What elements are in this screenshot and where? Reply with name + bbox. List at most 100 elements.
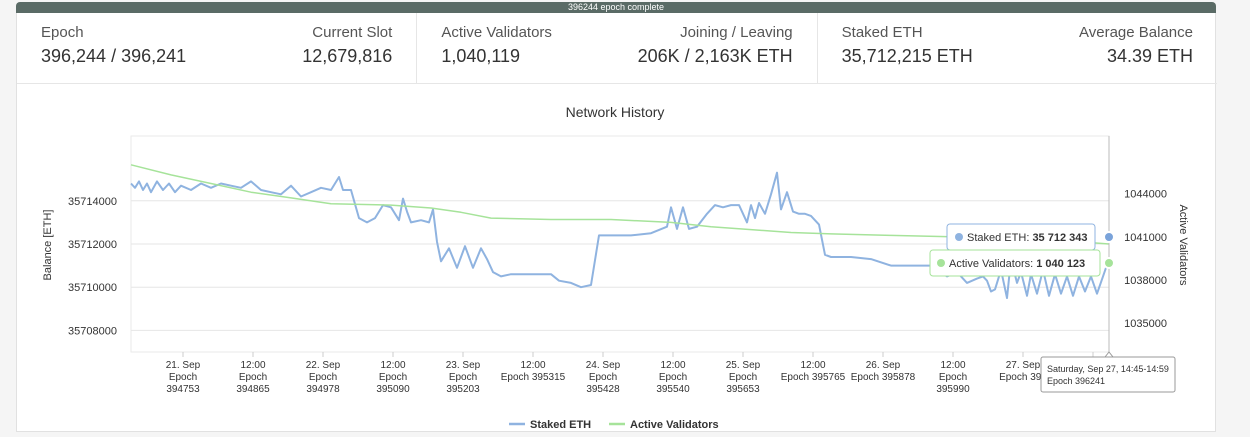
stat-staked-eth-value: 35,712,215 ETH <box>841 46 973 66</box>
x-tick-text: Epoch <box>309 372 337 383</box>
x-tick-label: 12:00Epoch395990 <box>936 352 970 395</box>
x-tick-text: 12:00 <box>380 360 405 371</box>
x-tick-label: 22. SepEpoch394978 <box>306 352 341 395</box>
hover-point-staked <box>1103 231 1115 243</box>
x-tick-label: 12:00Epoch 395315 <box>501 352 566 383</box>
tooltip-time: Saturday, Sep 27, 14:45-14:59 Epoch 3962… <box>1040 351 1176 393</box>
x-tick-text: 395653 <box>726 384 760 395</box>
stat-current-slot-label: Current Slot <box>312 24 393 41</box>
y2-tick-label: 1044000 <box>1124 189 1167 201</box>
x-tick-label: 12:00Epoch 395765 <box>781 352 846 383</box>
x-tick-text: Epoch 395765 <box>781 372 846 383</box>
chart-svg[interactable]: Network History 35714000 35712000 35710000… <box>17 84 1217 432</box>
x-tick-label: 27. SepEpoch 396 <box>999 352 1047 383</box>
status-banner: 396244 epoch complete <box>16 2 1216 13</box>
stat-average-balance-label: Average Balance <box>1079 24 1193 41</box>
x-tick-text: 395990 <box>936 384 970 395</box>
stat-staked-eth-label: Staked ETH <box>841 24 923 41</box>
x-tick-text: 21. Sep <box>166 360 201 371</box>
stat-epoch: Epoch 396,244 / 396,241 <box>41 24 186 67</box>
stat-average-balance: Average Balance 34.39 ETH <box>1079 24 1193 67</box>
tooltip-staked-value: 35 712 343 <box>1032 232 1087 244</box>
stat-group-validators: Active Validators 1,040,119 Joining / Le… <box>417 13 818 83</box>
x-tick-label: 12:00Epoch394865 <box>236 352 270 395</box>
y-axis-right: 1044000 1041000 1038000 1035000 <box>1124 189 1167 331</box>
x-tick-text: 26. Sep <box>866 360 901 371</box>
x-tick-text: 22. Sep <box>306 360 341 371</box>
svg-text:Staked ETH: 35 712 343: Staked ETH: 35 712 343 <box>967 232 1088 244</box>
y-tick-label: 35714000 <box>68 196 117 208</box>
x-tick-text: Epoch <box>659 372 687 383</box>
x-tick-text: 12:00 <box>940 360 965 371</box>
x-tick-label: 24. SepEpoch395428 <box>586 352 621 395</box>
x-tick-text: 12:00 <box>660 360 685 371</box>
x-tick-label: 26. SepEpoch 395878 <box>851 352 916 383</box>
x-tick-text: Epoch 395315 <box>501 372 566 383</box>
x-tick-text: 395428 <box>586 384 620 395</box>
tooltip-validators-label: Active Validators <box>949 258 1031 270</box>
stat-joining-leaving-value: 206K / 2,163K ETH <box>637 46 793 66</box>
tooltip-validators-value: 1 040 123 <box>1036 258 1085 270</box>
network-card: Epoch 396,244 / 396,241 Current Slot 12,… <box>16 13 1217 432</box>
tooltip-validators: Active Validators: 1 040 123 <box>929 249 1101 277</box>
x-tick-text: 394865 <box>236 384 270 395</box>
x-tick-text: 395540 <box>656 384 690 395</box>
stat-staked-eth: Staked ETH 35,712,215 ETH <box>842 24 973 67</box>
x-tick-text: 25. Sep <box>726 360 761 371</box>
stat-epoch-value: 396,244 / 396,241 <box>41 46 187 66</box>
tooltip-time-line2: Epoch 396241 <box>1047 376 1105 386</box>
x-tick-label: 21. SepEpoch394753 <box>166 352 201 395</box>
x-tick-text: Epoch <box>729 372 757 383</box>
stat-active-validators-label: Active Validators <box>441 24 552 41</box>
stat-epoch-label: Epoch <box>41 24 84 41</box>
stat-group-balance: Staked ETH 35,712,215 ETH Average Balanc… <box>818 13 1217 83</box>
stat-current-slot-value: 12,679,816 <box>302 46 393 66</box>
stat-joining-leaving-label: Joining / Leaving <box>680 24 793 41</box>
x-tick-text: Epoch 395878 <box>851 372 916 383</box>
y2-tick-label: 1041000 <box>1124 232 1167 244</box>
x-tick-label: 23. SepEpoch395203 <box>446 352 481 395</box>
svg-text:Active Validators: 1 040 123: Active Validators: 1 040 123 <box>949 258 1085 270</box>
x-tick-text: Epoch <box>239 372 267 383</box>
x-tick-text: 12:00 <box>240 360 265 371</box>
stat-group-epoch: Epoch 396,244 / 396,241 Current Slot 12,… <box>17 13 418 83</box>
x-tick-text: 27. Sep <box>1006 360 1041 371</box>
legend[interactable]: Staked ETH Active Validators <box>509 419 719 431</box>
x-tick-text: Epoch <box>379 372 407 383</box>
y-axis-left-title: Balance [ETH] <box>42 210 54 281</box>
stat-current-slot: Current Slot 12,679,816 <box>302 24 392 67</box>
x-tick-text: 23. Sep <box>446 360 481 371</box>
x-tick-text: Epoch <box>449 372 477 383</box>
network-history-chart[interactable]: Network History 35714000 35712000 35710000… <box>17 84 1217 432</box>
x-tick-label: 12:00Epoch395090 <box>376 352 410 395</box>
hover-point-validators <box>1103 257 1115 269</box>
tooltip-staked-label: Staked ETH <box>967 232 1026 244</box>
y-axis-right-title: Active Validators <box>1177 204 1189 286</box>
y-tick-label: 35710000 <box>68 282 117 294</box>
legend-label-active-validators: Active Validators <box>630 419 719 431</box>
stat-active-validators-value: 1,040,119 <box>441 46 521 66</box>
x-tick-text: Epoch <box>939 372 967 383</box>
stat-active-validators: Active Validators 1,040,119 <box>441 24 552 67</box>
x-tick-text: 394978 <box>306 384 340 395</box>
y-axis-left: 35714000 35712000 35710000 35708000 <box>68 196 117 338</box>
x-tick-text: 24. Sep <box>586 360 621 371</box>
tooltip-staked: Staked ETH: 35 712 343 <box>946 223 1096 251</box>
tooltip-time-line1: Saturday, Sep 27, 14:45-14:59 <box>1047 364 1169 374</box>
chart-title: Network History <box>566 104 665 120</box>
x-tick-text: 395203 <box>446 384 480 395</box>
stat-average-balance-value: 34.39 ETH <box>1106 46 1193 66</box>
y2-tick-label: 1035000 <box>1124 318 1167 330</box>
x-tick-text: Epoch <box>169 372 197 383</box>
x-tick-label: 25. SepEpoch395653 <box>726 352 761 395</box>
x-tick-text: 395090 <box>376 384 410 395</box>
legend-item-staked-eth[interactable]: Staked ETH <box>509 419 591 431</box>
x-tick-label: 12:00Epoch395540 <box>656 352 690 395</box>
x-tick-text: Epoch 396 <box>999 372 1047 383</box>
legend-item-active-validators[interactable]: Active Validators <box>609 419 719 431</box>
legend-label-staked-eth: Staked ETH <box>530 419 591 431</box>
stat-joining-leaving: Joining / Leaving 206K / 2,163K ETH <box>638 24 793 67</box>
y2-tick-label: 1038000 <box>1124 275 1167 287</box>
x-tick-text: 12:00 <box>800 360 825 371</box>
x-tick-text: Epoch <box>589 372 617 383</box>
